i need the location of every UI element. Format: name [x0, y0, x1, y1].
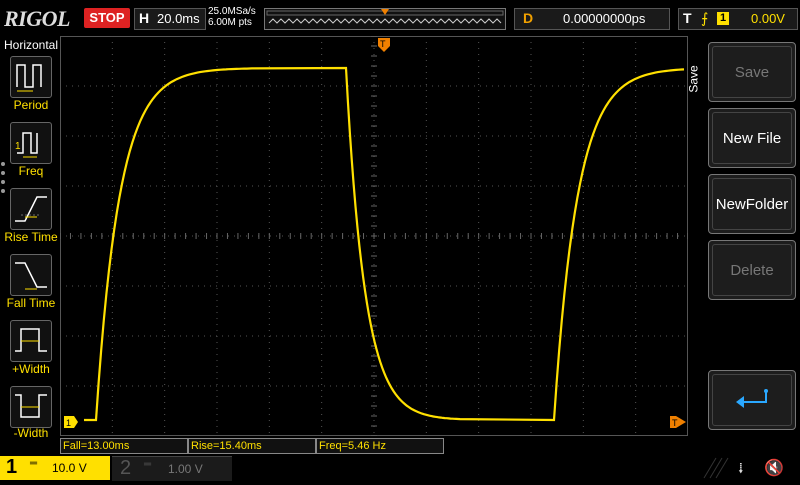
delete-button[interactable]: Delete — [708, 240, 796, 300]
menu-title: Horizontal — [3, 38, 59, 52]
fall-time-icon — [15, 262, 47, 290]
ch2-number: 2 — [120, 457, 132, 479]
speaker-muted-icon[interactable]: 🔇 — [764, 458, 784, 478]
ch1-scale: 10.0 V — [52, 461, 87, 475]
save-menu-tab: Save — [686, 36, 704, 456]
horizontal-measure-menu: Horizontal Period 1 Freq Rise Time Fall … — [0, 36, 60, 456]
svg-text:1: 1 — [15, 141, 21, 152]
trigger-source-badge: 1 — [717, 12, 729, 25]
run-stop-indicator[interactable]: STOP — [84, 8, 130, 28]
timebase-prefix: H — [139, 10, 150, 26]
trigger-position-marker-label: T — [380, 39, 386, 49]
timebase-box[interactable]: H 20.0ms — [134, 8, 206, 30]
period-label: Period — [13, 98, 49, 112]
save-button[interactable]: Save — [708, 42, 796, 102]
rigol-logo: RIGOL — [4, 6, 70, 31]
return-button[interactable] — [708, 370, 796, 430]
acquisition-info: 25.0MSa/s 6.00M pts — [208, 6, 256, 28]
save-menu-tab-label: Save — [686, 65, 701, 93]
return-arrow-icon — [736, 389, 768, 408]
measure-fall-time-button[interactable] — [10, 254, 52, 296]
trigger-prefix: T — [683, 10, 692, 26]
ch2-dc-coupling-icon: ═ — [144, 459, 152, 470]
trigger-position-overview-marker — [381, 9, 389, 15]
memory-overview-waveform — [266, 9, 504, 24]
channel-status-bar: 1 ═ 10.0 V 2 ═ 1.00 V ⭭ 🔇 — [0, 456, 800, 481]
new-file-button[interactable]: New File — [708, 108, 796, 168]
save-menu-panel: Save Save New File NewFolder Delete — [686, 36, 800, 456]
positive-width-icon — [15, 328, 47, 352]
memory-depth: 6.00M pts — [208, 17, 252, 28]
timebase-value: 20.0ms — [157, 11, 200, 26]
measure-period-button[interactable] — [10, 56, 52, 98]
rise-time-icon — [15, 196, 47, 222]
delay-prefix: D — [523, 10, 534, 26]
measure-rise-time-button[interactable] — [10, 188, 52, 230]
rise-time-measurement: Rise=15.40ms — [188, 438, 316, 454]
positive-width-label: +Width — [12, 362, 50, 376]
rising-edge-icon: ⨍ — [701, 10, 709, 26]
sample-rate: 25.0MSa/s — [208, 6, 256, 17]
memory-overview-strip — [264, 8, 506, 30]
frequency-measurement: Freq=5.46 Hz — [316, 438, 444, 454]
delete-button-label: Delete — [712, 244, 792, 296]
ch1-dc-coupling-icon: ═ — [30, 458, 38, 469]
negative-width-icon — [15, 394, 47, 418]
bottom-bar-stripe — [703, 457, 729, 479]
freq-icon: 1 — [15, 132, 38, 158]
trigger-level: 0.00V — [751, 11, 785, 26]
new-folder-button-label: NewFolder — [712, 178, 792, 230]
trigger-box[interactable]: T ⨍ 1 0.00V — [678, 8, 798, 30]
fall-time-measurement: Fall=13.00ms — [60, 438, 188, 454]
rise-time-label: Rise Time — [4, 230, 58, 244]
negative-width-label: -Width — [13, 426, 49, 440]
ch1-ground-marker-label: 1 — [66, 418, 71, 428]
measure-freq-button[interactable]: 1 — [10, 122, 52, 164]
top-status-bar: RIGOL STOP H 20.0ms 25.0MSa/s 6.00M pts … — [0, 0, 800, 36]
trigger-level-marker-label: T — [672, 418, 678, 428]
ch1-status[interactable]: 1 ═ 10.0 V — [0, 456, 110, 480]
ch2-status[interactable]: 2 ═ 1.00 V — [112, 456, 232, 481]
period-icon — [16, 64, 42, 92]
ch2-scale: 1.00 V — [168, 462, 203, 476]
waveform-display[interactable]: 1 T T — [60, 36, 688, 436]
measure-positive-width-button[interactable] — [10, 320, 52, 362]
delay-value: 0.00000000ps — [563, 11, 646, 26]
fall-time-label: Fall Time — [6, 296, 56, 310]
save-button-label: Save — [712, 46, 792, 98]
new-file-button-label: New File — [712, 112, 792, 164]
usb-icon: ⭭ — [738, 461, 744, 478]
freq-label: Freq — [18, 164, 44, 178]
delay-box[interactable]: D 0.00000000ps — [514, 8, 670, 30]
menu-page-dots — [1, 162, 7, 198]
measure-negative-width-button[interactable] — [10, 386, 52, 428]
ch1-number: 1 — [6, 456, 18, 478]
new-folder-button[interactable]: NewFolder — [708, 174, 796, 234]
